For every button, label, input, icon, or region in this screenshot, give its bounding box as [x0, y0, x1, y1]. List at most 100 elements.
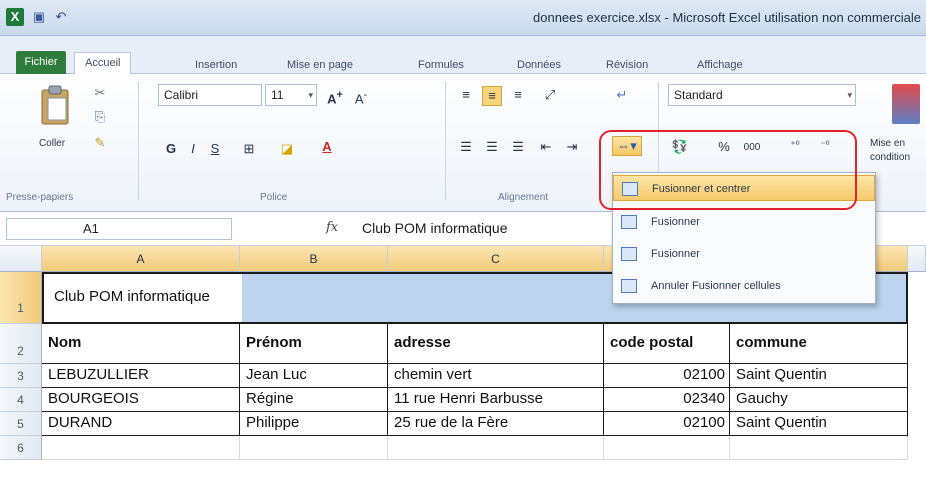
table-cell[interactable]: 02340 — [604, 388, 730, 412]
paste-button[interactable]: Coller — [34, 138, 70, 149]
font-group-label: Police — [260, 192, 288, 203]
alignment-group-label: Alignement — [498, 192, 549, 203]
column-header-f[interactable] — [908, 246, 926, 272]
underline-button[interactable]: S — [208, 140, 222, 158]
clipboard-group-label: Presse-papiers — [6, 192, 74, 203]
conditional-format-label-1[interactable]: Mise en — [870, 138, 926, 149]
table-cell[interactable]: 02100 — [604, 364, 730, 388]
number-format-select[interactable]: Standard ▾ — [668, 84, 856, 106]
group-divider — [138, 82, 139, 200]
select-all-corner[interactable] — [0, 246, 42, 272]
save-icon[interactable]: ▣ — [30, 8, 48, 26]
wrap-text-icon[interactable]: ↵ — [612, 86, 632, 104]
decrease-indent-icon[interactable]: ⇤ — [536, 138, 556, 156]
tab-formules[interactable]: Formules — [418, 56, 464, 74]
table-cell[interactable]: Jean Luc — [240, 364, 388, 388]
ribbon-tab-bar: Fichier Accueil Insertion Mise en page F… — [0, 36, 926, 74]
table-header-cell[interactable]: adresse — [388, 324, 604, 364]
row-header-3[interactable]: 3 — [0, 364, 42, 388]
table-cell[interactable]: 02100 — [604, 412, 730, 436]
empty-cell[interactable] — [604, 436, 730, 460]
row-header-1[interactable]: 1 — [0, 272, 42, 324]
table-cell[interactable]: 25 rue de la Fère — [388, 412, 604, 436]
increase-indent-icon[interactable]: ⇥ — [562, 138, 582, 156]
table-header-cell[interactable]: code postal — [604, 324, 730, 364]
tab-affichage[interactable]: Affichage — [697, 56, 743, 74]
align-center-icon[interactable]: ☰ — [482, 138, 502, 156]
empty-cell[interactable] — [42, 436, 240, 460]
row-header-6[interactable]: 6 — [0, 436, 42, 460]
row-header-2[interactable]: 2 — [0, 324, 42, 364]
tab-accueil[interactable]: Accueil — [74, 52, 132, 74]
column-header-b[interactable]: B — [240, 246, 388, 272]
tab-insertion[interactable]: Insertion — [195, 56, 237, 74]
row-header-4[interactable]: 4 — [0, 388, 42, 412]
font-color-icon[interactable]: A — [318, 138, 336, 156]
font-name-value: Calibri — [164, 88, 199, 102]
align-top-icon[interactable]: ≡ — [456, 86, 476, 104]
table-cell[interactable]: BOURGEOIS — [42, 388, 240, 412]
table-cell[interactable]: Gauchy — [730, 388, 908, 412]
menu-item-fusionner[interactable]: Fusionner — [613, 241, 875, 267]
font-size-select[interactable]: 11 ▾ — [265, 84, 317, 106]
paste-icon[interactable] — [36, 84, 76, 130]
table-cell[interactable]: Saint Quentin — [730, 412, 908, 436]
column-header-a[interactable]: A — [42, 246, 240, 272]
empty-cell[interactable] — [730, 436, 908, 460]
align-left-icon[interactable]: ☰ — [456, 138, 476, 156]
name-box[interactable]: A1 — [6, 218, 232, 240]
tab-fichier[interactable]: Fichier — [16, 51, 66, 74]
table-cell[interactable]: 11 rue Henri Barbusse — [388, 388, 604, 412]
undo-icon[interactable]: ↶ — [52, 8, 70, 26]
formula-input[interactable]: Club POM informatique — [362, 220, 508, 236]
group-divider — [445, 82, 446, 200]
table-cell[interactable]: Philippe — [240, 412, 388, 436]
border-icon[interactable]: ⊞ — [240, 140, 258, 158]
merge-cells-icon — [621, 247, 637, 261]
grow-font-icon[interactable]: A+ — [324, 86, 346, 108]
column-header-c[interactable]: C — [388, 246, 604, 272]
italic-button[interactable]: I — [186, 140, 200, 158]
unmerge-icon — [621, 279, 637, 293]
align-right-icon[interactable]: ☰ — [508, 138, 528, 156]
table-header-cell[interactable]: Nom — [42, 324, 240, 364]
menu-item-label: Fusionner — [651, 216, 700, 228]
table-cell[interactable]: LEBUZULLIER — [42, 364, 240, 388]
table-header-cell[interactable]: commune — [730, 324, 908, 364]
copy-icon[interactable]: ⎘ — [92, 108, 108, 126]
number-format-value: Standard — [674, 88, 723, 102]
table-cell[interactable]: Saint Quentin — [730, 364, 908, 388]
tab-donnees[interactable]: Données — [517, 56, 561, 74]
font-name-select[interactable]: Calibri — [158, 84, 262, 106]
format-painter-icon[interactable]: ✎ — [92, 134, 108, 152]
empty-cell[interactable] — [388, 436, 604, 460]
chevron-down-icon: ▾ — [308, 90, 313, 100]
window-title: donnees exercice.xlsx - Microsoft Excel … — [533, 10, 921, 25]
excel-logo-icon[interactable]: X — [6, 8, 24, 26]
table-header-cell[interactable]: Prénom — [240, 324, 388, 364]
table-cell[interactable]: Régine — [240, 388, 388, 412]
shrink-font-icon[interactable]: A- — [350, 86, 372, 108]
fill-color-icon[interactable]: ◪ — [278, 140, 296, 158]
conditional-format-icon[interactable] — [892, 84, 920, 124]
menu-item-fusionner-across[interactable]: Fusionner — [613, 209, 875, 235]
align-bottom-icon[interactable]: ≡ — [508, 86, 528, 104]
table-cell[interactable]: DURAND — [42, 412, 240, 436]
empty-cell[interactable] — [240, 436, 388, 460]
font-size-value: 11 — [271, 88, 284, 102]
merge-across-icon — [621, 215, 637, 229]
menu-item-label: Fusionner — [651, 248, 700, 260]
chevron-down-icon: ▾ — [847, 90, 852, 100]
cut-icon[interactable]: ✂ — [92, 84, 108, 102]
tab-revision[interactable]: Révision — [606, 56, 648, 74]
title-bar: X ▣ ↶ donnees exercice.xlsx - Microsoft … — [0, 0, 926, 36]
orientation-icon[interactable]: ⤢ — [540, 86, 560, 104]
fx-icon[interactable]: fx — [326, 220, 338, 235]
conditional-format-label-2[interactable]: condition — [870, 152, 926, 163]
tab-mise-en-page[interactable]: Mise en page — [287, 56, 353, 74]
table-cell[interactable]: chemin vert — [388, 364, 604, 388]
menu-item-annuler-fusion[interactable]: Annuler Fusionner cellules — [613, 273, 875, 299]
row-header-5[interactable]: 5 — [0, 412, 42, 436]
bold-button[interactable]: G — [164, 140, 178, 158]
align-middle-icon[interactable]: ≡ — [482, 86, 502, 106]
